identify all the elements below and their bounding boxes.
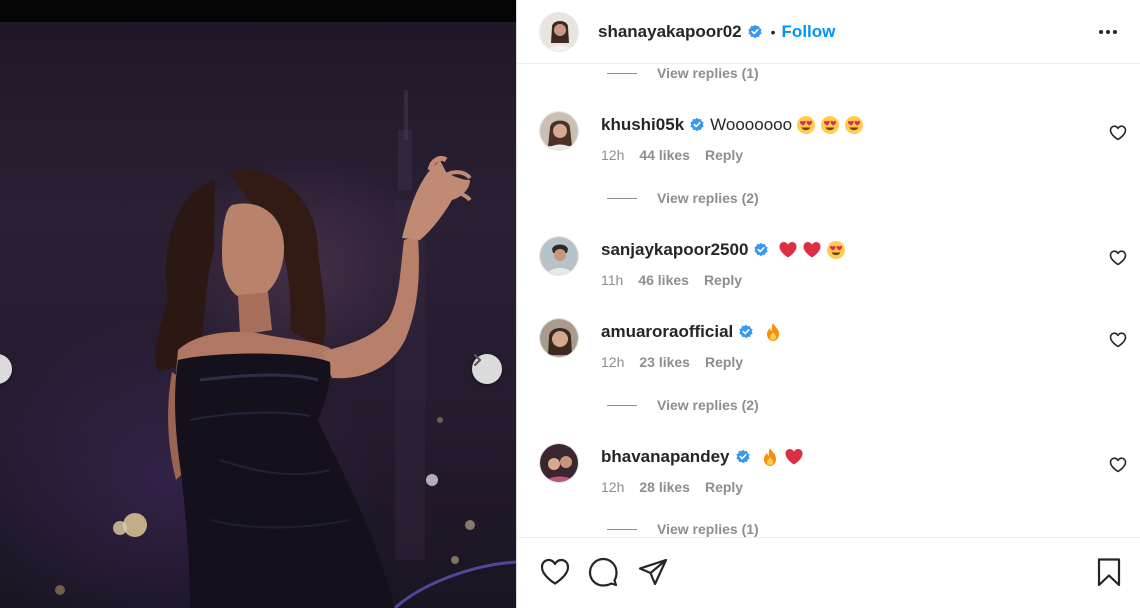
verified-badge-icon [739, 324, 753, 339]
comment-item: bhavanapandey 12h 28 likes Reply [517, 443, 1140, 503]
fire-emoji-icon [763, 448, 776, 466]
verified-badge-icon [735, 449, 750, 464]
replies-divider-line [607, 197, 637, 199]
reply-button[interactable]: Reply [705, 147, 743, 163]
red-heart-emoji-icon [779, 242, 797, 258]
photo-illustration [55, 90, 516, 608]
comment-meta: 12h 28 likes Reply [601, 479, 758, 495]
comment-item: amuaroraofficial 12h 23 likes Reply [517, 318, 1140, 378]
comment-body [759, 322, 783, 342]
commenter-username[interactable]: sanjaykapoor2500 [601, 240, 748, 260]
replies-divider-line [607, 72, 637, 74]
chevron-right-icon [473, 354, 482, 366]
author-username[interactable]: shanayakapoor02 [598, 22, 742, 42]
comment-time: 12h [601, 479, 625, 495]
reply-button[interactable]: Reply [705, 479, 743, 495]
paper-plane-icon[interactable] [637, 556, 669, 588]
author-avatar[interactable] [539, 11, 579, 52]
commenter-avatar[interactable] [539, 236, 579, 276]
bookmark-icon[interactable] [1093, 556, 1125, 588]
view-replies-label: View replies (2) [657, 397, 759, 413]
comment-bubble-icon[interactable] [587, 556, 619, 588]
view-replies-button[interactable]: View replies (1) [607, 65, 759, 81]
like-comment-heart-icon[interactable] [1109, 125, 1127, 141]
commenter-avatar[interactable] [539, 318, 579, 358]
post-header: shanayakapoor02 • Follow [517, 0, 1140, 64]
view-replies-button[interactable]: View replies (2) [607, 397, 759, 413]
comment-meta: 12h 23 likes Reply [601, 354, 758, 370]
comment-body: Wooooooo [710, 115, 864, 135]
next-photo-button[interactable] [472, 354, 502, 384]
comment-item: khushi05k Wooooooo 12h 44 likes Reply [517, 111, 1140, 171]
heart-outline-icon[interactable] [539, 556, 571, 588]
view-replies-button[interactable]: View replies (1) [607, 521, 759, 537]
red-heart-emoji-icon [785, 449, 802, 465]
post-action-bar [517, 537, 1140, 608]
view-replies-label: View replies (2) [657, 190, 759, 206]
verified-badge-icon [748, 24, 762, 38]
comment-likes[interactable]: 46 likes [638, 272, 689, 288]
heart-eyes-emoji-icon [821, 116, 840, 134]
replies-divider-line [607, 404, 637, 406]
comment-body [774, 240, 846, 260]
comment-time: 12h [601, 147, 625, 163]
verified-badge-icon [754, 242, 769, 257]
comment-meta: 11h 46 likes Reply [601, 272, 757, 288]
separator-dot: • [770, 23, 776, 40]
like-comment-heart-icon[interactable] [1109, 250, 1127, 266]
like-comment-heart-icon[interactable] [1109, 332, 1127, 348]
commenter-username[interactable]: amuaroraofficial [601, 322, 733, 342]
replies-divider-line [607, 528, 637, 530]
heart-eyes-emoji-icon [797, 116, 816, 134]
post-photo [0, 0, 516, 608]
comment-body [756, 447, 804, 467]
heart-eyes-emoji-icon [827, 241, 846, 259]
comment-time: 12h [601, 354, 625, 370]
commenter-username[interactable]: bhavanapandey [601, 447, 730, 467]
like-comment-heart-icon[interactable] [1109, 457, 1127, 473]
reply-button[interactable]: Reply [704, 272, 742, 288]
comment-likes[interactable]: 23 likes [639, 354, 690, 370]
commenter-username[interactable]: khushi05k [601, 115, 684, 135]
post-side-panel: shanayakapoor02 • Follow View replies (1… [516, 0, 1140, 608]
comment-likes[interactable]: 28 likes [639, 479, 690, 495]
commenter-avatar[interactable] [539, 111, 579, 151]
comment-text: Wooooooo [710, 115, 793, 134]
comments-list[interactable]: View replies (1) khushi05k Wooooooo 12h … [517, 65, 1140, 537]
comment-likes[interactable]: 44 likes [639, 147, 690, 163]
follow-button[interactable]: Follow [782, 22, 836, 42]
comment-time: 11h [601, 272, 624, 288]
heart-eyes-emoji-icon [845, 116, 864, 134]
fire-emoji-icon [767, 323, 780, 341]
commenter-avatar[interactable] [539, 443, 579, 483]
comment-item: sanjaykapoor2500 11h 46 likes Reply [517, 236, 1140, 296]
more-horizontal-icon[interactable] [1097, 22, 1119, 42]
view-replies-button[interactable]: View replies (2) [607, 190, 759, 206]
verified-badge-icon [690, 117, 704, 132]
view-replies-label: View replies (1) [657, 521, 759, 537]
view-replies-label: View replies (1) [657, 65, 759, 81]
comment-meta: 12h 44 likes Reply [601, 147, 758, 163]
red-heart-emoji-icon [803, 242, 821, 258]
reply-button[interactable]: Reply [705, 354, 743, 370]
